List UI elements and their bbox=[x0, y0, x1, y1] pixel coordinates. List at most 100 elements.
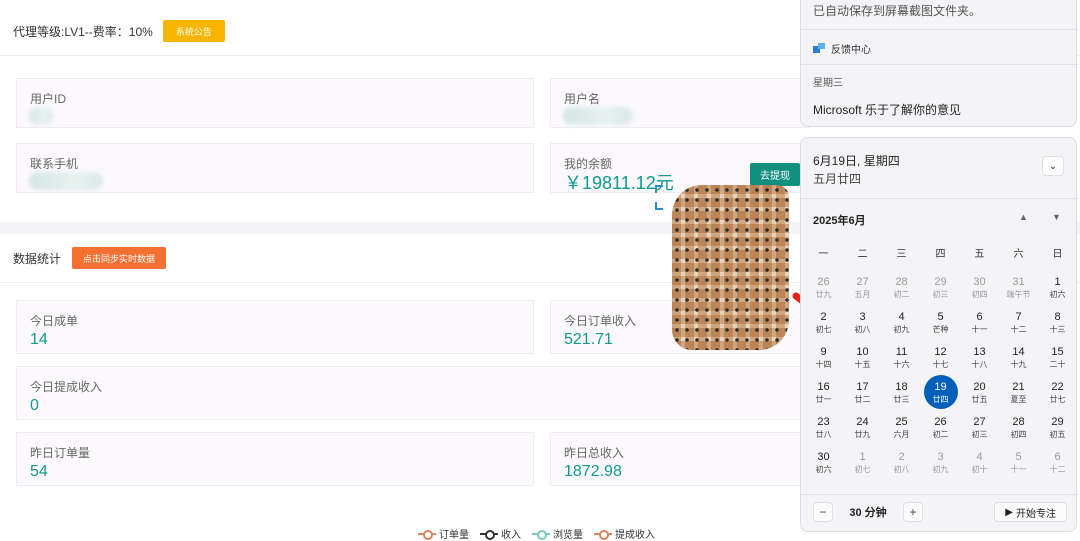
legend-item-income[interactable]: 收入 bbox=[480, 526, 521, 541]
increase-duration-button[interactable]: + bbox=[903, 502, 923, 522]
yesterday-orders-label: 昨日订单量 bbox=[30, 446, 91, 460]
calendar-day[interactable]: 5 十一 bbox=[999, 445, 1038, 480]
calendar-day[interactable]: 1 初七 bbox=[843, 445, 882, 480]
calendar-week-row: 9 十四 10 十五 11 十六 12 十七 13 十八 14 十九 15 二十 bbox=[804, 340, 1077, 375]
calendar-day[interactable]: 2 初七 bbox=[804, 305, 843, 340]
day-number: 1 bbox=[1054, 275, 1061, 288]
divider bbox=[801, 29, 1078, 30]
calendar-day[interactable]: 26 初二 bbox=[921, 410, 960, 445]
calendar-weeks: 26 廿九 27 五月 28 初二 29 初三 30 初四 31 端午节 1 初六 2 初七 3 初八 4 初九 5 芒种… bbox=[804, 270, 1077, 480]
calendar-day[interactable]: 1 初六 bbox=[1038, 270, 1077, 305]
calendar-day[interactable]: 23 廿八 bbox=[804, 410, 843, 445]
calendar-day[interactable]: 30 初四 bbox=[960, 270, 999, 305]
withdraw-button[interactable]: 去提现 bbox=[750, 163, 800, 186]
day-number: 12 bbox=[934, 345, 947, 358]
calendar-day[interactable]: 17 廿二 bbox=[843, 375, 882, 410]
calendar-day[interactable]: 21 夏至 bbox=[999, 375, 1038, 410]
calendar-day[interactable]: 13 十八 bbox=[960, 340, 999, 375]
lunar-day: 初四 bbox=[1010, 429, 1027, 439]
feedback-notification-text[interactable]: Microsoft 乐于了解你的意见 bbox=[813, 101, 961, 118]
calendar-day[interactable]: 18 廿三 bbox=[882, 375, 921, 410]
chevron-down-icon[interactable]: ⌄ bbox=[1042, 156, 1064, 176]
calendar-day[interactable]: 11 十六 bbox=[882, 340, 921, 375]
start-focus-button[interactable]: ▶ 开始专注 bbox=[994, 502, 1067, 522]
feedback-hub-header[interactable]: 反馈中心 bbox=[813, 41, 871, 56]
day-number: 9 bbox=[820, 345, 827, 358]
calendar-day[interactable]: 5 芒种 bbox=[921, 305, 960, 340]
feedback-hub-icon bbox=[813, 42, 825, 55]
calendar-day[interactable]: 4 初九 bbox=[882, 305, 921, 340]
calendar-day[interactable]: 14 十九 bbox=[999, 340, 1038, 375]
legend-label: 订单量 bbox=[439, 530, 469, 541]
legend-item-orders[interactable]: 订单量 bbox=[418, 526, 469, 541]
day-number: 16 bbox=[817, 380, 830, 393]
lunar-day: 廿二 bbox=[854, 394, 871, 404]
weekday-label: 三 bbox=[896, 249, 907, 260]
weekday-label: 二 bbox=[857, 249, 868, 260]
calendar-day[interactable]: 6 十二 bbox=[1038, 445, 1077, 480]
calendar-day[interactable]: 10 十五 bbox=[843, 340, 882, 375]
calendar-day[interactable]: 3 初八 bbox=[843, 305, 882, 340]
calendar-day[interactable]: 22 廿七 bbox=[1038, 375, 1077, 410]
lunar-day: 廿九 bbox=[854, 429, 871, 439]
calendar-day[interactable]: 15 二十 bbox=[1038, 340, 1077, 375]
today-order-income-value: 521.71 bbox=[564, 331, 613, 348]
sync-data-button[interactable]: 点击同步实时数据 bbox=[72, 247, 167, 269]
calendar-day[interactable]: 16 廿一 bbox=[804, 375, 843, 410]
day-number: 8 bbox=[1054, 310, 1061, 323]
calendar-month-label[interactable]: 2025年6月 bbox=[813, 212, 866, 228]
stats-header: 数据统计 点击同步实时数据 bbox=[13, 247, 167, 269]
username-redacted bbox=[563, 107, 633, 125]
calendar-day[interactable]: 31 端午节 bbox=[999, 270, 1038, 305]
system-notice-button[interactable]: 系统公告 bbox=[162, 20, 225, 42]
crop-handle bbox=[655, 202, 663, 210]
today-orders-card: 今日成单 14 bbox=[16, 300, 534, 354]
day-number: 26 bbox=[934, 415, 947, 428]
screenshot-saved-text[interactable]: 已自动保存到屏幕截图文件夹。 bbox=[813, 2, 981, 19]
calendar-day[interactable]: 6 十一 bbox=[960, 305, 999, 340]
day-number: 28 bbox=[1012, 415, 1025, 428]
day-number: 27 bbox=[973, 415, 986, 428]
lunar-day: 五月 bbox=[854, 289, 871, 299]
next-month-icon[interactable]: ▼ bbox=[1052, 212, 1061, 222]
lunar-day: 十九 bbox=[1010, 359, 1027, 369]
calendar-day[interactable]: 2 初八 bbox=[882, 445, 921, 480]
calendar-day[interactable]: 9 十四 bbox=[804, 340, 843, 375]
legend-line-icon bbox=[532, 529, 550, 540]
calendar-day[interactable]: 3 初九 bbox=[921, 445, 960, 480]
calendar-day[interactable]: 24 廿九 bbox=[843, 410, 882, 445]
calendar-lunar-date: 五月廿四 bbox=[813, 172, 862, 186]
lunar-day: 夏至 bbox=[1010, 394, 1027, 404]
calendar-day[interactable]: 27 五月 bbox=[843, 270, 882, 305]
calendar-day[interactable]: 12 十七 bbox=[921, 340, 960, 375]
weekday-label: 五 bbox=[974, 249, 985, 260]
calendar-day[interactable]: 8 十三 bbox=[1038, 305, 1077, 340]
calendar-day[interactable]: 7 十二 bbox=[999, 305, 1038, 340]
legend-label: 收入 bbox=[501, 530, 521, 541]
calendar-day[interactable]: 29 初三 bbox=[921, 270, 960, 305]
calendar-day[interactable]: 4 初十 bbox=[960, 445, 999, 480]
legend-item-commission[interactable]: 提成收入 bbox=[594, 526, 655, 541]
legend-item-views[interactable]: 浏览量 bbox=[532, 526, 583, 541]
day-number: 26 bbox=[817, 275, 830, 288]
calendar-day-selected[interactable]: 19 廿四 bbox=[921, 375, 960, 410]
calendar-day[interactable]: 25 六月 bbox=[882, 410, 921, 445]
calendar-day[interactable]: 30 初六 bbox=[804, 445, 843, 480]
calendar-day[interactable]: 28 初四 bbox=[999, 410, 1038, 445]
play-icon: ▶ bbox=[1005, 506, 1013, 518]
yesterday-total-income-value: 1872.98 bbox=[564, 463, 622, 480]
calendar-day[interactable]: 28 初二 bbox=[882, 270, 921, 305]
weekday-label: 一 bbox=[818, 249, 829, 260]
calendar-flyout: 6月19日, 星期四 五月廿四 ⌄ 2025年6月 ▲ ▼ 一 二 三 四 五 … bbox=[800, 137, 1078, 532]
calendar-day[interactable]: 20 廿五 bbox=[960, 375, 999, 410]
lunar-day: 二十 bbox=[1049, 359, 1066, 369]
weekday-label: 日 bbox=[1052, 249, 1063, 260]
lunar-day: 廿三 bbox=[893, 394, 910, 404]
decrease-duration-button[interactable]: − bbox=[813, 502, 833, 522]
day-number: 30 bbox=[817, 450, 830, 463]
day-number: 6 bbox=[976, 310, 983, 323]
calendar-day[interactable]: 29 初五 bbox=[1038, 410, 1077, 445]
previous-month-icon[interactable]: ▲ bbox=[1019, 212, 1028, 222]
calendar-day[interactable]: 27 初三 bbox=[960, 410, 999, 445]
calendar-day[interactable]: 26 廿九 bbox=[804, 270, 843, 305]
